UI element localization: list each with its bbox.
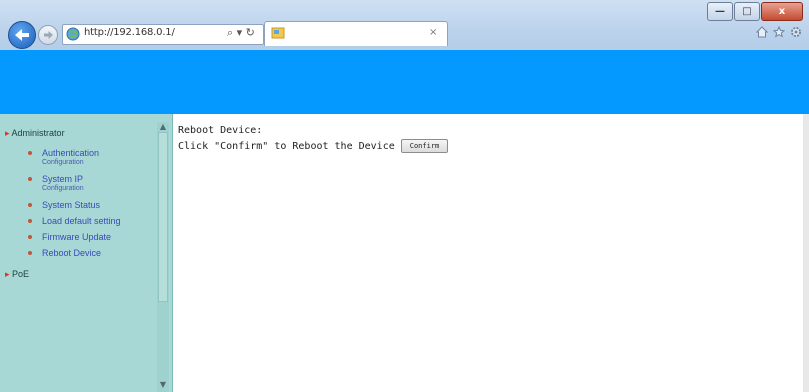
sidebar-item-firmware-update[interactable]: Firmware Update bbox=[28, 232, 121, 242]
bullet-icon bbox=[28, 219, 32, 223]
sidebar-item-system-status[interactable]: System Status bbox=[28, 200, 121, 210]
scroll-up-icon[interactable]: ▲ bbox=[158, 122, 168, 131]
section-arrow-icon: ▸ bbox=[5, 269, 10, 279]
sidebar-section-administrator[interactable]: ▸ Administrator bbox=[5, 128, 65, 139]
sidebar-scrollbar[interactable]: ▲ ▼ bbox=[157, 122, 169, 392]
forward-arrow-icon bbox=[43, 31, 53, 39]
bullet-icon bbox=[28, 251, 32, 255]
browser-chrome: — □ x http://192.168.0.1/ ⌕ ▾ ↻ × bbox=[0, 0, 809, 51]
toolbar-icons bbox=[752, 25, 803, 39]
favorites-icon[interactable] bbox=[772, 25, 786, 39]
bullet-icon bbox=[28, 177, 32, 181]
tab-close-icon[interactable]: × bbox=[429, 27, 437, 38]
back-button[interactable] bbox=[8, 21, 36, 49]
section-label: PoE bbox=[12, 269, 30, 279]
section-label: Administrator bbox=[11, 128, 65, 138]
bullet-icon bbox=[28, 151, 32, 155]
back-arrow-icon bbox=[15, 29, 29, 41]
settings-gear-icon[interactable] bbox=[789, 25, 803, 39]
address-tools[interactable]: ⌕ ▾ ↻ bbox=[227, 26, 255, 40]
window-controls: — □ x bbox=[706, 2, 803, 21]
bullet-icon bbox=[28, 203, 32, 207]
scroll-down-icon[interactable]: ▼ bbox=[158, 380, 168, 389]
url-text: http://192.168.0.1/ bbox=[84, 27, 175, 38]
confirm-button[interactable]: Confirm bbox=[400, 139, 449, 153]
forward-button[interactable] bbox=[38, 25, 58, 45]
bullet-icon bbox=[28, 235, 32, 239]
header-banner bbox=[0, 50, 809, 114]
site-globe-icon bbox=[66, 27, 80, 41]
sidebar-section-poe[interactable]: ▸ PoE bbox=[5, 269, 29, 280]
browser-tab[interactable]: × bbox=[264, 21, 448, 46]
minimize-button[interactable]: — bbox=[707, 2, 733, 21]
home-icon[interactable] bbox=[755, 25, 769, 39]
main-content: Reboot Device: Click "Confirm" to Reboot… bbox=[178, 122, 449, 154]
reboot-instruction: Click "Confirm" to Reboot the Device bbox=[178, 140, 395, 152]
window-right-edge bbox=[803, 114, 809, 392]
sidebar-item-load-default[interactable]: Load default setting bbox=[28, 216, 121, 226]
sidebar-item-reboot-device[interactable]: Reboot Device bbox=[28, 248, 121, 258]
section-arrow-icon: ▸ bbox=[5, 128, 10, 138]
sidebar-nav: Authentication Configuration System IP C… bbox=[28, 148, 121, 258]
page-title: Reboot Device: bbox=[178, 124, 263, 136]
close-window-button[interactable]: x bbox=[761, 2, 803, 21]
page-favicon-icon bbox=[271, 27, 285, 39]
reboot-row: Click "Confirm" to Reboot the Device Con… bbox=[178, 138, 449, 154]
sidebar-item-authentication[interactable]: Authentication Configuration bbox=[28, 148, 121, 167]
scrollbar-thumb[interactable] bbox=[158, 132, 168, 302]
address-bar[interactable]: http://192.168.0.1/ ⌕ ▾ ↻ bbox=[62, 24, 264, 45]
maximize-button[interactable]: □ bbox=[734, 2, 760, 21]
sidebar-item-system-ip[interactable]: System IP Configuration bbox=[28, 174, 121, 193]
